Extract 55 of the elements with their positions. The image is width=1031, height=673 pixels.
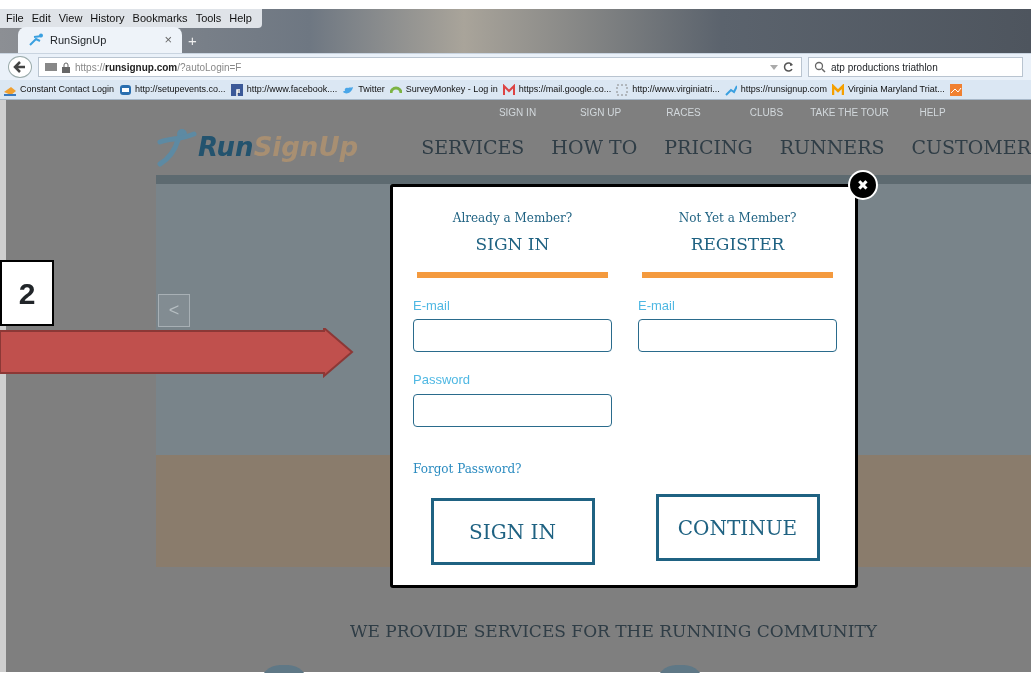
bookmark-item[interactable]: https://runsignup.com — [724, 82, 827, 97]
back-arrow-icon — [13, 60, 27, 74]
forgot-password-link[interactable]: Forgot Password? — [413, 459, 522, 478]
menu-item[interactable]: View — [58, 10, 83, 27]
dialog-subtitle: Not Yet a Member? — [677, 210, 798, 227]
menu-item[interactable]: Tools — [195, 10, 222, 27]
browser-tab[interactable]: RunSignUp × — [18, 27, 182, 53]
menu-item[interactable]: File — [6, 10, 24, 27]
bookmark-item[interactable]: Twitter — [342, 82, 385, 97]
page-icon — [45, 62, 57, 72]
address-bar[interactable]: https://runsignup.com/?autoLogin=F — [38, 57, 802, 77]
m-letter-icon — [831, 83, 844, 96]
bookmark-item[interactable]: http://www.virginiatri... — [616, 82, 720, 97]
sign-in-button[interactable]: SIGN IN — [430, 498, 595, 565]
m-letter-icon — [502, 83, 515, 96]
square-f-icon — [230, 83, 243, 96]
dialog-title: REGISTER — [689, 233, 786, 256]
continue-button[interactable]: CONTINUE — [655, 494, 820, 561]
input-field[interactable] — [413, 393, 612, 427]
search-field[interactable]: atp productions triathlon — [808, 57, 1023, 77]
search-text: atp productions triathlon — [831, 60, 938, 75]
field-label: E-mail — [638, 296, 675, 315]
reload-icon — [783, 61, 795, 73]
bookmark-item[interactable]: Constant Contact Login — [4, 82, 115, 97]
chart-icon — [949, 83, 962, 96]
menu-item[interactable]: Bookmarks — [132, 10, 188, 27]
tab-close-button[interactable]: × — [164, 30, 172, 50]
rounded-square-icon — [119, 83, 132, 96]
dialog-title: SIGN IN — [474, 233, 551, 256]
dialog-subtitle: Already a Member? — [451, 210, 574, 227]
url-text: https://runsignup.com/?autoLogin=F — [75, 60, 243, 75]
runner-logo-icon — [156, 127, 198, 168]
menu-item[interactable]: Help — [229, 10, 252, 27]
input-field[interactable] — [638, 319, 837, 352]
section-heading: WE PROVIDE SERVICES FOR THE RUNNING COMMUNITY — [349, 620, 878, 643]
runner-icon — [724, 83, 737, 96]
tab-title: RunSignUp — [50, 32, 108, 48]
bookmark-item[interactable]: https://mail.google.co... — [502, 82, 612, 97]
step-number: 2 — [0, 260, 54, 326]
field-label: E-mail — [413, 296, 450, 315]
dashed-square-icon — [616, 83, 629, 96]
input-field[interactable] — [413, 319, 612, 352]
close-button[interactable]: ✖ — [848, 170, 878, 200]
dropdown-icon — [769, 62, 779, 72]
field-label: Password — [413, 371, 471, 389]
bookmark-item[interactable]: http://setupevents.co... — [119, 82, 226, 97]
search-icon — [814, 61, 826, 73]
menu-item[interactable]: Edit — [31, 10, 51, 27]
bookmark-item[interactable]: Virginia Maryland Triat... — [831, 82, 945, 97]
bookmark-item[interactable]: http://www.facebook.... — [230, 82, 338, 97]
runner-icon — [28, 33, 44, 47]
lock-icon — [61, 61, 71, 73]
menu-item[interactable]: History — [90, 10, 125, 27]
back-button[interactable] — [8, 56, 32, 78]
bookmark-item[interactable]: SurveyMonkey - Log in — [389, 82, 498, 97]
